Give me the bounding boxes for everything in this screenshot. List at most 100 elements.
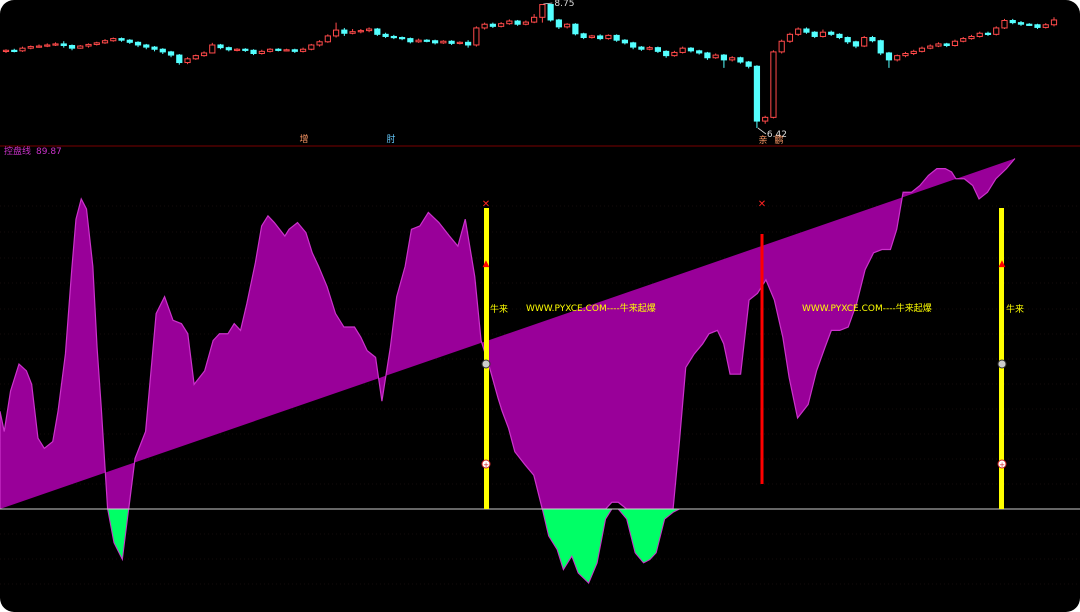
candle-body[interactable] (209, 44, 216, 54)
candle-body[interactable] (192, 55, 199, 60)
candle-body[interactable] (737, 57, 744, 63)
candle-body[interactable] (844, 37, 851, 43)
candle-body[interactable] (786, 33, 794, 42)
candle-body[interactable] (514, 20, 521, 25)
candle-body[interactable] (19, 47, 26, 52)
candle-body[interactable] (250, 49, 257, 54)
candle-body[interactable] (877, 40, 884, 54)
candle-body[interactable] (473, 27, 480, 46)
candle-body[interactable] (531, 16, 538, 23)
candle-body[interactable] (324, 35, 331, 43)
candle-body[interactable] (275, 48, 282, 51)
candle-body[interactable] (762, 116, 769, 122)
candle-body[interactable] (423, 39, 430, 42)
candle-body[interactable] (465, 41, 472, 46)
candle-body[interactable] (440, 40, 447, 44)
candle-body[interactable] (118, 38, 125, 41)
candle-body[interactable] (283, 49, 290, 52)
candle-body[interactable] (2, 49, 10, 53)
candle-body[interactable] (242, 48, 249, 51)
candle-body[interactable] (984, 32, 992, 35)
candle-body[interactable] (894, 55, 901, 61)
candle-body[interactable] (646, 47, 653, 50)
event-marker-2[interactable]: 肘 (386, 134, 395, 145)
candle-body[interactable] (266, 48, 274, 52)
candle-body[interactable] (630, 42, 637, 48)
candle-body[interactable] (580, 33, 587, 39)
candle-body[interactable] (654, 47, 662, 52)
candle-body[interactable] (935, 43, 942, 47)
candle-body[interactable] (720, 54, 728, 61)
candle-body[interactable] (398, 37, 406, 40)
candle-body[interactable] (44, 44, 51, 47)
candle-body[interactable] (679, 47, 686, 53)
candle-body[interactable] (795, 28, 802, 35)
candle-body[interactable] (638, 46, 645, 50)
candle-body[interactable] (316, 41, 323, 46)
candle-body[interactable] (448, 40, 455, 44)
candle-body[interactable] (1001, 19, 1008, 29)
candle-body[interactable] (456, 41, 463, 45)
candle-body[interactable] (836, 33, 843, 39)
candle-body[interactable] (341, 29, 348, 34)
candle-body[interactable] (605, 34, 612, 40)
candle-body[interactable] (993, 27, 1000, 35)
candle-body[interactable] (332, 29, 340, 37)
candle-body[interactable] (597, 35, 604, 40)
candle-body[interactable] (225, 47, 232, 51)
candle-body[interactable] (134, 41, 142, 46)
candle-body[interactable] (572, 23, 579, 35)
candle-body[interactable] (77, 45, 84, 49)
candle-body[interactable] (167, 51, 175, 56)
candle-body[interactable] (687, 47, 695, 52)
candle-body[interactable] (432, 40, 439, 44)
candle-body[interactable] (1009, 19, 1016, 24)
event-marker-3[interactable]: 亲 (758, 134, 767, 146)
candle-body[interactable] (564, 23, 571, 28)
candle-body[interactable] (27, 46, 34, 49)
candle-body[interactable] (852, 41, 860, 47)
candle-body[interactable] (382, 33, 389, 37)
candle-body[interactable] (960, 38, 967, 42)
candle-body[interactable] (184, 58, 191, 64)
candle-body[interactable] (663, 50, 670, 57)
candle-body[interactable] (696, 50, 703, 54)
candle-body[interactable] (101, 40, 109, 44)
candle-body[interactable] (217, 44, 224, 49)
candle-body[interactable] (93, 42, 100, 45)
event-marker-4[interactable]: 鹏 (774, 134, 783, 146)
candle-body[interactable] (1050, 19, 1058, 26)
candle-body[interactable] (539, 4, 546, 18)
candle-body[interactable] (745, 61, 752, 67)
candle-body[interactable] (704, 52, 711, 59)
candle-body[interactable] (299, 48, 307, 52)
candle-body[interactable] (927, 45, 934, 49)
candle-body[interactable] (390, 35, 397, 39)
event-marker-1[interactable]: 增 (299, 133, 308, 145)
candle-body[interactable] (498, 23, 505, 27)
candle-body[interactable] (811, 31, 818, 37)
candle-body[interactable] (35, 45, 43, 48)
candle-body[interactable] (481, 23, 488, 29)
candle-body[interactable] (415, 39, 422, 43)
candle-body[interactable] (11, 49, 18, 53)
candle-body[interactable] (52, 43, 59, 46)
candle-body[interactable] (968, 35, 975, 40)
indicator-area-negative[interactable] (0, 508, 1015, 585)
candle-body[interactable] (489, 23, 496, 27)
candle-body[interactable] (258, 50, 265, 54)
candle-body[interactable] (68, 45, 76, 49)
candle-body[interactable] (176, 54, 183, 64)
candle-body[interactable] (951, 40, 959, 47)
candle-body[interactable] (671, 51, 678, 57)
candle-body[interactable] (407, 38, 414, 43)
candle-body[interactable] (159, 48, 166, 53)
candle-body[interactable] (126, 39, 133, 43)
candle-body[interactable] (555, 19, 562, 28)
candle-body[interactable] (819, 31, 827, 37)
candle-body[interactable] (1034, 24, 1041, 28)
candle-body[interactable] (547, 4, 554, 21)
candle-body[interactable] (729, 57, 736, 61)
candle-body[interactable] (349, 31, 356, 34)
candle-body[interactable] (613, 34, 620, 41)
